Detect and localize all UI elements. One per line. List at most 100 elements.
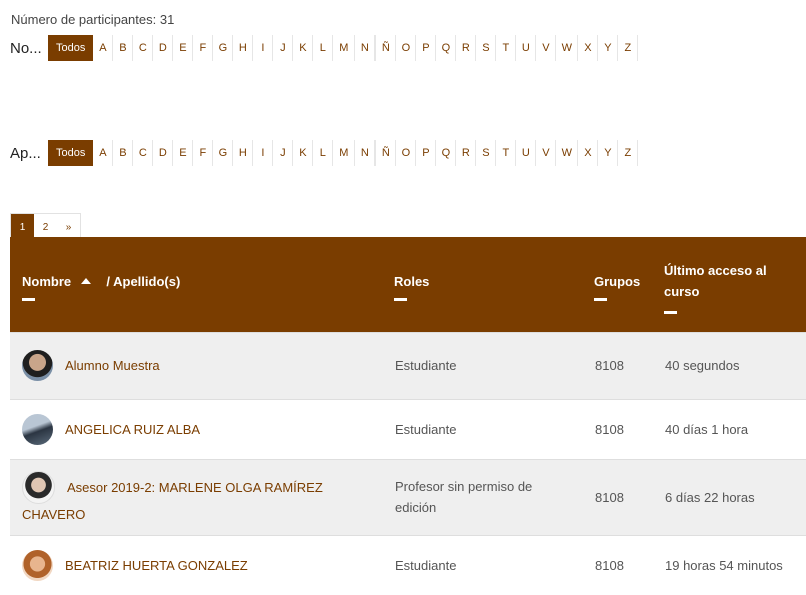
last-name-letter-p[interactable]: P xyxy=(416,140,437,166)
participant-name-continuation[interactable]: CHAVERO xyxy=(22,504,393,525)
first-name-letter-l[interactable]: L xyxy=(313,35,334,61)
first-name-letter-a[interactable]: A xyxy=(93,35,114,61)
first-name-letter-t[interactable]: T xyxy=(496,35,517,61)
last-name-letter-w[interactable]: W xyxy=(556,140,579,166)
name-column-header: Nombre / Apellido(s) xyxy=(10,237,394,332)
last-name-letter-a[interactable]: A xyxy=(93,140,114,166)
last-name-letter-c[interactable]: C xyxy=(133,140,154,166)
first-name-letter-b[interactable]: B xyxy=(113,35,134,61)
last-name-all-button[interactable]: Todos xyxy=(48,140,94,166)
last-access-cell: 6 días 22 horas xyxy=(664,458,806,535)
hide-last-access-column-icon[interactable] xyxy=(664,311,677,315)
last-name-letter-h[interactable]: H xyxy=(233,140,254,166)
group-cell: 8108 xyxy=(594,458,664,535)
last-name-letter-x[interactable]: X xyxy=(578,140,599,166)
first-name-letter-j[interactable]: J xyxy=(273,35,294,61)
last-name-letter-l[interactable]: L xyxy=(313,140,334,166)
first-name-letter-s[interactable]: S xyxy=(476,35,497,61)
last-name-letter-n[interactable]: N xyxy=(355,140,376,166)
first-name-letter-h[interactable]: H xyxy=(233,35,254,61)
last-name-letter-m[interactable]: M xyxy=(333,140,356,166)
group-cell: 8108 xyxy=(594,398,664,459)
last-name-letter-v[interactable]: V xyxy=(536,140,557,166)
first-name-letter-v[interactable]: V xyxy=(536,35,557,61)
participant-name-link[interactable]: BEATRIZ HUERTA GONZALEZ xyxy=(65,558,248,573)
last-name-letter-e[interactable]: E xyxy=(173,140,194,166)
last-access-header-line2: curso xyxy=(664,284,700,300)
last-name-filter: Ap... Todos ABCDEFGHIJKLMNÑOPQRSTUVWXYZ xyxy=(10,140,639,166)
last-name-letter-r[interactable]: R xyxy=(456,140,477,166)
last-access-cell: 40 días 1 hora xyxy=(664,398,806,459)
first-name-letter-c[interactable]: C xyxy=(133,35,154,61)
participant-name-link[interactable]: ANGELICA RUIZ ALBA xyxy=(65,422,200,437)
participants-table: Nombre / Apellido(s) Roles Grupos Último… xyxy=(10,237,806,595)
table-row: ANGELICA RUIZ ALBA Estudiante 8108 40 dí… xyxy=(10,398,806,459)
last-name-letter-o[interactable]: O xyxy=(396,140,417,166)
participant-name-link[interactable]: Asesor 2019-2: MARLENE OLGA RAMÍREZ xyxy=(67,480,323,495)
hide-groups-column-icon[interactable] xyxy=(594,297,607,301)
sort-by-name-link[interactable]: Nombre xyxy=(22,274,71,289)
first-name-all-button[interactable]: Todos xyxy=(48,35,94,61)
first-name-letter-m[interactable]: M xyxy=(333,35,356,61)
first-name-letter-i[interactable]: I xyxy=(253,35,274,61)
role-line2: edición xyxy=(395,500,437,515)
sort-asc-icon xyxy=(80,277,91,284)
first-name-letter-k[interactable]: K xyxy=(293,35,314,61)
last-access-header-line1: Último acceso al xyxy=(664,263,767,279)
role-cell: Estudiante xyxy=(394,534,594,595)
sort-by-groups-link[interactable]: Grupos xyxy=(594,268,664,289)
avatar[interactable] xyxy=(22,350,53,381)
role-cell: Estudiante xyxy=(394,331,594,399)
last-name-letter-s[interactable]: S xyxy=(476,140,497,166)
first-name-letter-q[interactable]: Q xyxy=(436,35,457,61)
last-name-letter-f[interactable]: F xyxy=(193,140,214,166)
avatar[interactable] xyxy=(22,549,53,581)
table-row: Alumno Muestra Estudiante 8108 40 segund… xyxy=(10,331,806,399)
last-name-filter-label: Ap... xyxy=(10,144,41,162)
table-row: Asesor 2019-2: MARLENE OLGA RAMÍREZ CHAV… xyxy=(10,458,806,535)
last-name-letter-g[interactable]: G xyxy=(213,140,234,166)
last-name-letter-u[interactable]: U xyxy=(516,140,537,166)
last-access-cell: 40 segundos xyxy=(664,331,806,399)
table-row: BEATRIZ HUERTA GONZALEZ Estudiante 8108 … xyxy=(10,534,806,595)
last-name-letter-t[interactable]: T xyxy=(496,140,517,166)
first-name-letter-w[interactable]: W xyxy=(556,35,579,61)
last-name-letter-i[interactable]: I xyxy=(253,140,274,166)
last-name-letter-enye[interactable]: Ñ xyxy=(375,140,397,166)
first-name-letter-g[interactable]: G xyxy=(213,35,234,61)
sort-by-surname-link[interactable]: / Apellido(s) xyxy=(106,274,180,289)
participant-name-link[interactable]: Alumno Muestra xyxy=(65,358,160,373)
first-name-letter-r[interactable]: R xyxy=(456,35,477,61)
hide-name-column-icon[interactable] xyxy=(22,297,35,301)
first-name-letter-f[interactable]: F xyxy=(193,35,214,61)
last-access-cell: 19 horas 54 minutos xyxy=(664,534,806,595)
first-name-letter-n[interactable]: N xyxy=(355,35,376,61)
avatar[interactable] xyxy=(22,470,55,504)
avatar[interactable] xyxy=(22,413,53,445)
roles-column-header: Roles xyxy=(394,237,594,332)
last-name-letter-z[interactable]: Z xyxy=(618,140,639,166)
table-header-row: Nombre / Apellido(s) Roles Grupos Último… xyxy=(10,237,806,332)
first-name-letter-y[interactable]: Y xyxy=(598,35,619,61)
first-name-letter-e[interactable]: E xyxy=(173,35,194,61)
hide-roles-column-icon[interactable] xyxy=(394,297,407,301)
first-name-letter-z[interactable]: Z xyxy=(618,35,639,61)
last-name-letter-b[interactable]: B xyxy=(113,140,134,166)
first-name-letter-u[interactable]: U xyxy=(516,35,537,61)
first-name-letter-p[interactable]: P xyxy=(416,35,437,61)
first-name-filter: No... Todos ABCDEFGHIJKLMNÑOPQRSTUVWXYZ xyxy=(10,35,639,61)
first-name-letter-d[interactable]: D xyxy=(153,35,174,61)
last-name-letter-j[interactable]: J xyxy=(273,140,294,166)
first-name-letter-enye[interactable]: Ñ xyxy=(375,35,397,61)
first-name-letter-x[interactable]: X xyxy=(578,35,599,61)
roles-header-label: Roles xyxy=(394,273,430,289)
last-name-letter-q[interactable]: Q xyxy=(436,140,457,166)
groups-column-header: Grupos xyxy=(594,237,664,332)
last-name-letter-y[interactable]: Y xyxy=(598,140,619,166)
first-name-filter-label: No... xyxy=(10,39,42,57)
last-name-letter-k[interactable]: K xyxy=(293,140,314,166)
sort-by-last-access-link[interactable]: Último acceso al curso xyxy=(664,254,806,302)
first-name-letter-o[interactable]: O xyxy=(396,35,417,61)
last-access-column-header: Último acceso al curso xyxy=(664,237,806,332)
last-name-letter-d[interactable]: D xyxy=(153,140,174,166)
